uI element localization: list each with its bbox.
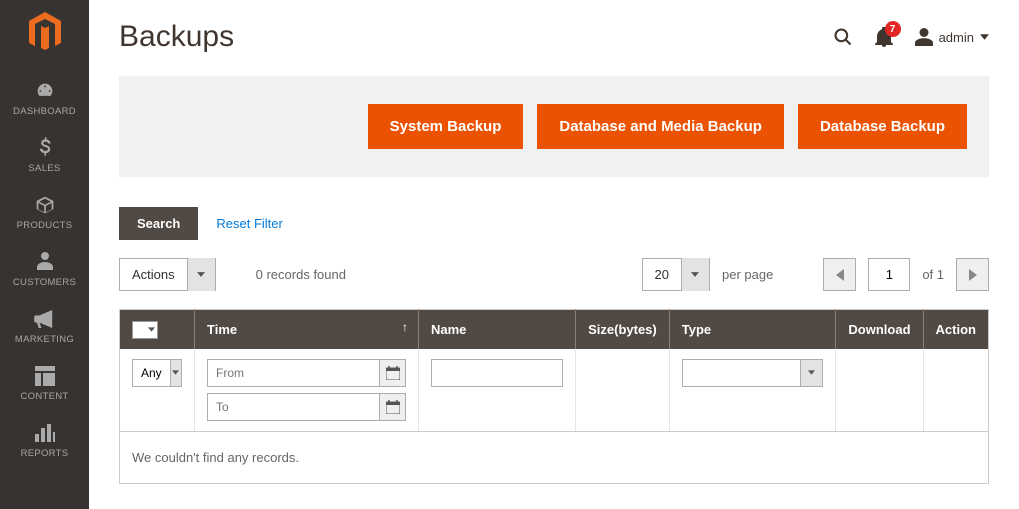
empty-row: We couldn't find any records. — [120, 431, 989, 483]
column-type[interactable]: Type — [669, 310, 836, 349]
calendar-icon[interactable] — [379, 394, 405, 420]
sidebar-item-reports[interactable]: REPORTS — [0, 412, 89, 469]
megaphone-icon — [34, 308, 56, 330]
nav-label: REPORTS — [21, 448, 69, 459]
sidebar-item-marketing[interactable]: MARKETING — [0, 298, 89, 355]
time-from-input[interactable] — [207, 359, 406, 387]
main-content: Backups 7 admin System Backup Database a… — [89, 0, 1019, 484]
gauge-icon — [34, 80, 56, 102]
box-icon — [34, 194, 56, 216]
page-header: Backups 7 admin — [119, 20, 989, 54]
nav-label: CUSTOMERS — [13, 277, 76, 288]
actions-select[interactable]: Actions — [119, 258, 216, 291]
column-action[interactable]: Action — [923, 310, 988, 349]
sidebar-item-customers[interactable]: CUSTOMERS — [0, 241, 89, 298]
checkbox-icon — [132, 321, 158, 339]
sidebar-item-sales[interactable]: SALES — [0, 127, 89, 184]
empty-message: We couldn't find any records. — [120, 431, 989, 483]
filter-any-select[interactable]: Any — [132, 359, 182, 387]
chevron-down-icon — [800, 360, 822, 386]
column-select-all[interactable] — [120, 310, 195, 349]
calendar-icon[interactable] — [379, 360, 405, 386]
action-toolbar: System Backup Database and Media Backup … — [119, 76, 989, 177]
sidebar-item-dashboard[interactable]: DASHBOARD — [0, 70, 89, 127]
column-name[interactable]: Name — [419, 310, 576, 349]
time-to-input[interactable] — [207, 393, 406, 421]
column-size[interactable]: Size(bytes) — [576, 310, 670, 349]
layout-icon — [34, 365, 56, 387]
nav-label: CONTENT — [20, 391, 68, 402]
actions-label: Actions — [120, 267, 187, 282]
search-icon[interactable] — [833, 27, 853, 47]
column-download[interactable]: Download — [836, 310, 923, 349]
per-page-control: 20 per page — [642, 258, 774, 291]
search-button[interactable]: Search — [119, 207, 198, 240]
nav-label: MARKETING — [15, 334, 74, 345]
per-page-select[interactable]: 20 — [642, 258, 710, 291]
per-page-label: per page — [722, 267, 773, 282]
user-menu[interactable]: admin — [915, 28, 989, 46]
sidebar-item-products[interactable]: PRODUCTS — [0, 184, 89, 241]
table-header-row: Time↑ Name Size(bytes) Type Download Act… — [120, 310, 989, 349]
chevron-down-icon — [170, 360, 181, 386]
chevron-down-icon — [187, 258, 215, 291]
grid-controls: Actions 0 records found 20 per page of 1 — [119, 258, 989, 291]
pagination: of 1 — [823, 258, 989, 291]
notification-badge: 7 — [885, 21, 901, 37]
page-title: Backups — [119, 20, 833, 54]
dollar-icon — [34, 137, 56, 159]
sort-asc-icon: ↑ — [402, 320, 408, 334]
bars-icon — [34, 422, 56, 444]
chevron-down-icon — [681, 258, 709, 291]
nav-label: DASHBOARD — [13, 106, 76, 117]
reset-filter-link[interactable]: Reset Filter — [216, 216, 282, 231]
user-icon — [915, 28, 933, 46]
records-found-label: 0 records found — [256, 267, 346, 282]
chevron-down-icon — [980, 34, 989, 40]
page-input[interactable] — [868, 258, 910, 291]
backups-table: Time↑ Name Size(bytes) Type Download Act… — [119, 309, 989, 484]
per-page-value: 20 — [643, 267, 681, 282]
database-backup-button[interactable]: Database Backup — [798, 104, 967, 149]
nav-label: SALES — [28, 163, 60, 174]
sidebar: DASHBOARD SALES PRODUCTS CUSTOMERS MARKE… — [0, 0, 89, 509]
filter-controls: Search Reset Filter — [119, 207, 989, 240]
column-time[interactable]: Time↑ — [195, 310, 419, 349]
name-filter-input[interactable] — [431, 359, 563, 387]
prev-page-button[interactable] — [823, 258, 856, 291]
next-page-button[interactable] — [956, 258, 989, 291]
sidebar-item-content[interactable]: CONTENT — [0, 355, 89, 412]
system-backup-button[interactable]: System Backup — [368, 104, 524, 149]
person-icon — [34, 251, 56, 273]
nav-label: PRODUCTS — [17, 220, 73, 231]
type-filter-select[interactable] — [682, 359, 824, 387]
page-total-label: of 1 — [922, 267, 944, 282]
magento-logo-icon[interactable] — [25, 12, 65, 52]
database-media-backup-button[interactable]: Database and Media Backup — [537, 104, 784, 149]
notifications-icon[interactable]: 7 — [875, 27, 893, 47]
username-label: admin — [939, 30, 974, 45]
filter-row: Any — [120, 349, 989, 432]
header-actions: 7 admin — [833, 27, 989, 47]
